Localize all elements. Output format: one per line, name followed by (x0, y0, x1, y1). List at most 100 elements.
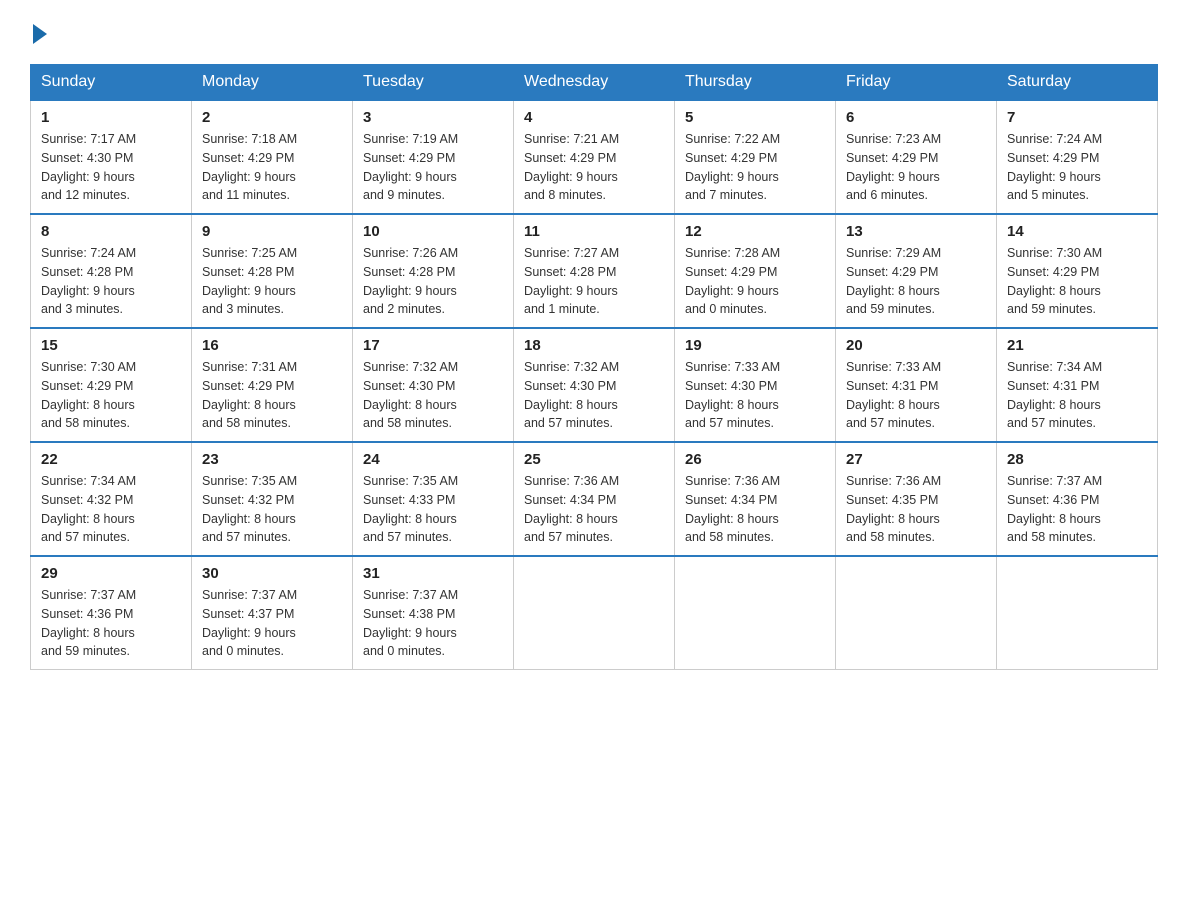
calendar-cell: 14 Sunrise: 7:30 AMSunset: 4:29 PMDaylig… (997, 214, 1158, 328)
weekday-header-tuesday: Tuesday (353, 65, 514, 101)
calendar-cell: 25 Sunrise: 7:36 AMSunset: 4:34 PMDaylig… (514, 442, 675, 556)
day-info: Sunrise: 7:34 AMSunset: 4:31 PMDaylight:… (1007, 358, 1147, 433)
calendar-cell: 10 Sunrise: 7:26 AMSunset: 4:28 PMDaylig… (353, 214, 514, 328)
day-info: Sunrise: 7:29 AMSunset: 4:29 PMDaylight:… (846, 244, 986, 319)
day-info: Sunrise: 7:30 AMSunset: 4:29 PMDaylight:… (41, 358, 181, 433)
calendar-week-row: 22 Sunrise: 7:34 AMSunset: 4:32 PMDaylig… (31, 442, 1158, 556)
day-number: 6 (846, 109, 986, 126)
day-number: 17 (363, 337, 503, 354)
weekday-header-monday: Monday (192, 65, 353, 101)
day-number: 26 (685, 451, 825, 468)
day-info: Sunrise: 7:30 AMSunset: 4:29 PMDaylight:… (1007, 244, 1147, 319)
calendar-cell: 16 Sunrise: 7:31 AMSunset: 4:29 PMDaylig… (192, 328, 353, 442)
calendar-cell: 11 Sunrise: 7:27 AMSunset: 4:28 PMDaylig… (514, 214, 675, 328)
day-number: 13 (846, 223, 986, 240)
weekday-header-saturday: Saturday (997, 65, 1158, 101)
calendar-cell: 17 Sunrise: 7:32 AMSunset: 4:30 PMDaylig… (353, 328, 514, 442)
day-number: 15 (41, 337, 181, 354)
day-info: Sunrise: 7:37 AMSunset: 4:36 PMDaylight:… (41, 586, 181, 661)
calendar-week-row: 29 Sunrise: 7:37 AMSunset: 4:36 PMDaylig… (31, 556, 1158, 670)
day-info: Sunrise: 7:33 AMSunset: 4:31 PMDaylight:… (846, 358, 986, 433)
calendar-cell (675, 556, 836, 670)
calendar-cell: 27 Sunrise: 7:36 AMSunset: 4:35 PMDaylig… (836, 442, 997, 556)
day-number: 19 (685, 337, 825, 354)
day-info: Sunrise: 7:17 AMSunset: 4:30 PMDaylight:… (41, 130, 181, 205)
day-info: Sunrise: 7:33 AMSunset: 4:30 PMDaylight:… (685, 358, 825, 433)
calendar-cell: 5 Sunrise: 7:22 AMSunset: 4:29 PMDayligh… (675, 100, 836, 214)
calendar-cell: 18 Sunrise: 7:32 AMSunset: 4:30 PMDaylig… (514, 328, 675, 442)
calendar-week-row: 8 Sunrise: 7:24 AMSunset: 4:28 PMDayligh… (31, 214, 1158, 328)
day-info: Sunrise: 7:32 AMSunset: 4:30 PMDaylight:… (524, 358, 664, 433)
day-info: Sunrise: 7:27 AMSunset: 4:28 PMDaylight:… (524, 244, 664, 319)
day-info: Sunrise: 7:25 AMSunset: 4:28 PMDaylight:… (202, 244, 342, 319)
day-number: 16 (202, 337, 342, 354)
day-number: 29 (41, 565, 181, 582)
calendar-cell: 28 Sunrise: 7:37 AMSunset: 4:36 PMDaylig… (997, 442, 1158, 556)
day-number: 18 (524, 337, 664, 354)
day-number: 23 (202, 451, 342, 468)
calendar-cell (836, 556, 997, 670)
calendar-cell: 30 Sunrise: 7:37 AMSunset: 4:37 PMDaylig… (192, 556, 353, 670)
day-number: 20 (846, 337, 986, 354)
calendar-cell: 20 Sunrise: 7:33 AMSunset: 4:31 PMDaylig… (836, 328, 997, 442)
weekday-header-friday: Friday (836, 65, 997, 101)
day-number: 14 (1007, 223, 1147, 240)
day-info: Sunrise: 7:19 AMSunset: 4:29 PMDaylight:… (363, 130, 503, 205)
calendar-cell: 26 Sunrise: 7:36 AMSunset: 4:34 PMDaylig… (675, 442, 836, 556)
day-info: Sunrise: 7:35 AMSunset: 4:32 PMDaylight:… (202, 472, 342, 547)
day-number: 2 (202, 109, 342, 126)
day-info: Sunrise: 7:31 AMSunset: 4:29 PMDaylight:… (202, 358, 342, 433)
day-info: Sunrise: 7:23 AMSunset: 4:29 PMDaylight:… (846, 130, 986, 205)
calendar-cell: 9 Sunrise: 7:25 AMSunset: 4:28 PMDayligh… (192, 214, 353, 328)
day-info: Sunrise: 7:35 AMSunset: 4:33 PMDaylight:… (363, 472, 503, 547)
calendar-week-row: 1 Sunrise: 7:17 AMSunset: 4:30 PMDayligh… (31, 100, 1158, 214)
calendar-cell: 4 Sunrise: 7:21 AMSunset: 4:29 PMDayligh… (514, 100, 675, 214)
day-number: 22 (41, 451, 181, 468)
day-number: 5 (685, 109, 825, 126)
calendar-cell: 1 Sunrise: 7:17 AMSunset: 4:30 PMDayligh… (31, 100, 192, 214)
calendar-cell: 3 Sunrise: 7:19 AMSunset: 4:29 PMDayligh… (353, 100, 514, 214)
day-info: Sunrise: 7:28 AMSunset: 4:29 PMDaylight:… (685, 244, 825, 319)
day-info: Sunrise: 7:34 AMSunset: 4:32 PMDaylight:… (41, 472, 181, 547)
day-info: Sunrise: 7:21 AMSunset: 4:29 PMDaylight:… (524, 130, 664, 205)
calendar-cell: 7 Sunrise: 7:24 AMSunset: 4:29 PMDayligh… (997, 100, 1158, 214)
day-number: 31 (363, 565, 503, 582)
calendar-cell: 23 Sunrise: 7:35 AMSunset: 4:32 PMDaylig… (192, 442, 353, 556)
calendar-cell: 8 Sunrise: 7:24 AMSunset: 4:28 PMDayligh… (31, 214, 192, 328)
calendar-cell: 2 Sunrise: 7:18 AMSunset: 4:29 PMDayligh… (192, 100, 353, 214)
day-number: 28 (1007, 451, 1147, 468)
day-info: Sunrise: 7:22 AMSunset: 4:29 PMDaylight:… (685, 130, 825, 205)
calendar-week-row: 15 Sunrise: 7:30 AMSunset: 4:29 PMDaylig… (31, 328, 1158, 442)
day-number: 12 (685, 223, 825, 240)
day-info: Sunrise: 7:26 AMSunset: 4:28 PMDaylight:… (363, 244, 503, 319)
day-info: Sunrise: 7:37 AMSunset: 4:38 PMDaylight:… (363, 586, 503, 661)
calendar-cell: 31 Sunrise: 7:37 AMSunset: 4:38 PMDaylig… (353, 556, 514, 670)
day-info: Sunrise: 7:36 AMSunset: 4:35 PMDaylight:… (846, 472, 986, 547)
calendar-cell (997, 556, 1158, 670)
day-number: 4 (524, 109, 664, 126)
day-number: 21 (1007, 337, 1147, 354)
calendar-cell (514, 556, 675, 670)
day-number: 9 (202, 223, 342, 240)
weekday-header-thursday: Thursday (675, 65, 836, 101)
logo-arrow-icon (33, 24, 47, 44)
day-number: 25 (524, 451, 664, 468)
logo (30, 20, 49, 44)
day-info: Sunrise: 7:24 AMSunset: 4:29 PMDaylight:… (1007, 130, 1147, 205)
calendar-cell: 29 Sunrise: 7:37 AMSunset: 4:36 PMDaylig… (31, 556, 192, 670)
calendar-cell: 24 Sunrise: 7:35 AMSunset: 4:33 PMDaylig… (353, 442, 514, 556)
weekday-header-row: SundayMondayTuesdayWednesdayThursdayFrid… (31, 65, 1158, 101)
calendar-cell: 21 Sunrise: 7:34 AMSunset: 4:31 PMDaylig… (997, 328, 1158, 442)
calendar-cell: 12 Sunrise: 7:28 AMSunset: 4:29 PMDaylig… (675, 214, 836, 328)
calendar-cell: 15 Sunrise: 7:30 AMSunset: 4:29 PMDaylig… (31, 328, 192, 442)
day-number: 1 (41, 109, 181, 126)
day-number: 11 (524, 223, 664, 240)
day-number: 3 (363, 109, 503, 126)
day-number: 7 (1007, 109, 1147, 126)
page-header (30, 20, 1158, 44)
day-info: Sunrise: 7:36 AMSunset: 4:34 PMDaylight:… (685, 472, 825, 547)
calendar-cell: 22 Sunrise: 7:34 AMSunset: 4:32 PMDaylig… (31, 442, 192, 556)
day-number: 8 (41, 223, 181, 240)
day-info: Sunrise: 7:36 AMSunset: 4:34 PMDaylight:… (524, 472, 664, 547)
day-info: Sunrise: 7:32 AMSunset: 4:30 PMDaylight:… (363, 358, 503, 433)
